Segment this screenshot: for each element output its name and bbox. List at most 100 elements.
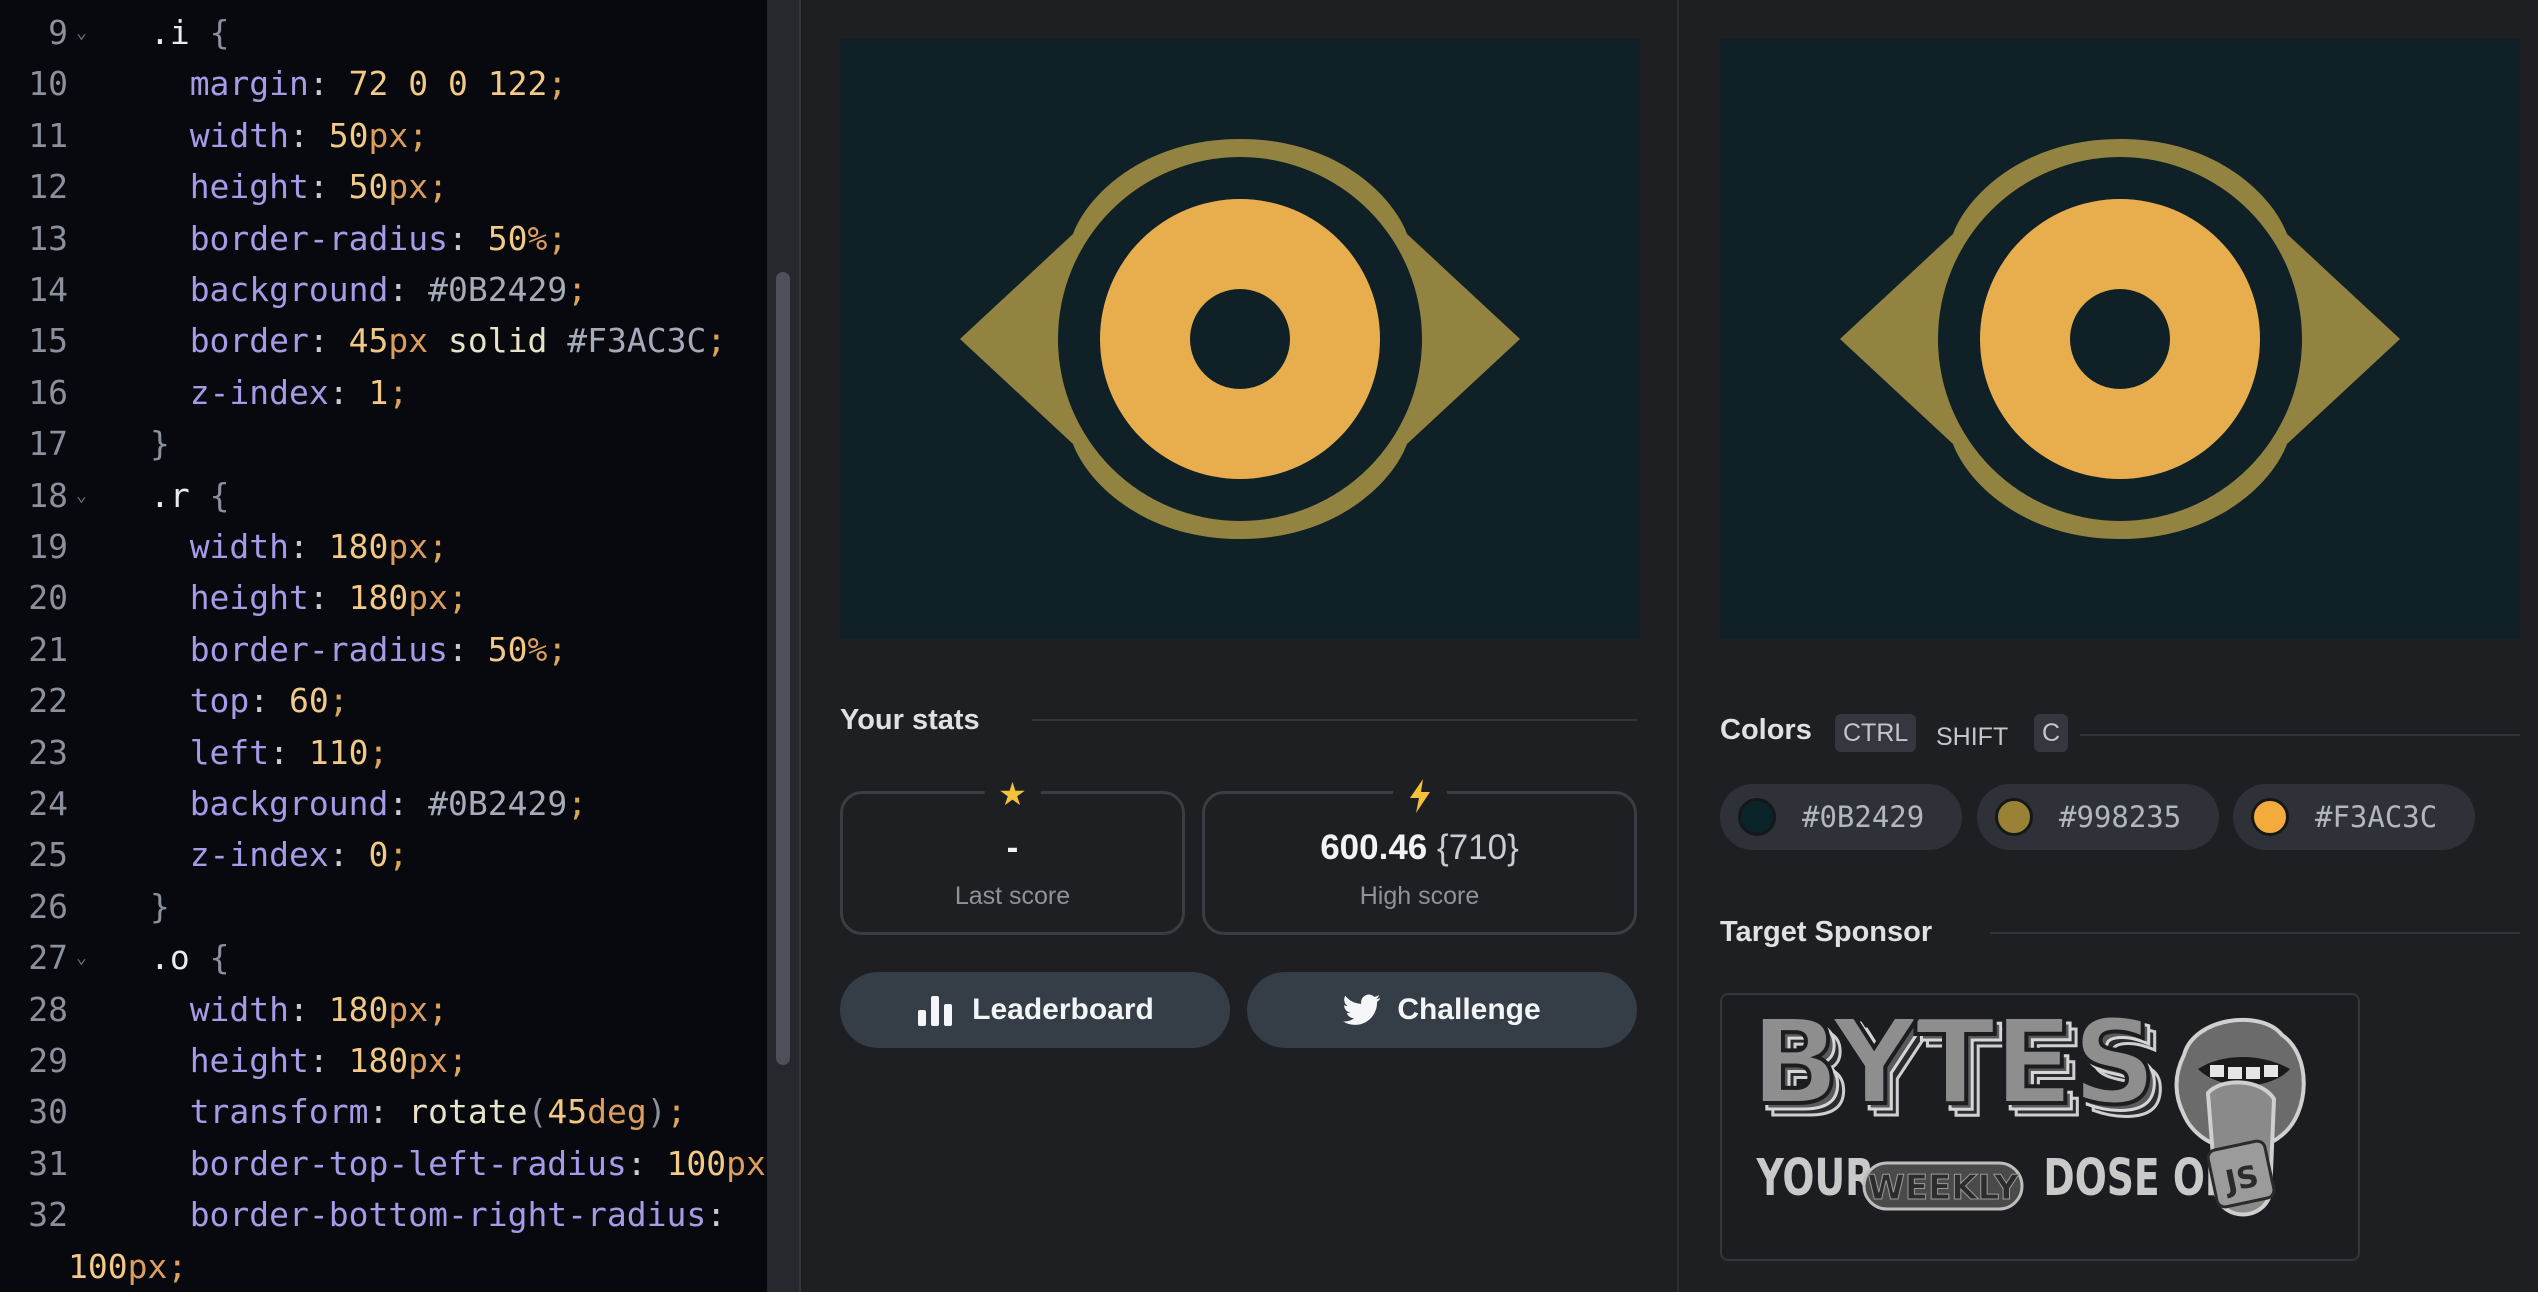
svg-text:WEEKLY: WEEKLY (1867, 1168, 2019, 1208)
line-number: 14 (28, 270, 68, 309)
code-line[interactable]: 19 width: 180px; (0, 521, 767, 572)
colors-divider (2080, 734, 2520, 736)
code-line[interactable]: 24 background: #0B2429; (0, 778, 767, 829)
code-line[interactable]: 14 background: #0B2429; (0, 264, 767, 315)
code-text: z-index: 1; (189, 372, 409, 412)
line-number: 21 (28, 629, 68, 669)
line-number: 19 (28, 527, 68, 566)
svg-text:YOUR: YOUR (1756, 1149, 1875, 1208)
line-number: 30 (28, 1092, 68, 1132)
code-line[interactable]: 100px; (0, 1241, 767, 1292)
swatch-label: #998235 (2059, 800, 2182, 834)
code-line[interactable]: 29 height: 180px; (0, 1035, 767, 1086)
fold-chevron-icon[interactable]: ⌄ (76, 932, 87, 983)
code-text: top: 60; (189, 681, 349, 721)
kbd-ctrl: CTRL (1835, 714, 1917, 752)
line-number: 27 (28, 938, 68, 978)
code-line[interactable]: 18 ⌄ .r { (0, 470, 767, 521)
code-line[interactable]: 10 margin: 72 0 0 122; (0, 58, 767, 109)
sponsor-title: Target Sponsor (1720, 916, 1933, 948)
code-line[interactable]: 30 transform: rotate(45deg); (0, 1086, 767, 1137)
lightning-icon (1392, 772, 1447, 816)
code-text: height: 180px; (189, 578, 468, 618)
code-editor[interactable]: 9 ⌄ .i {10 margin: 72 0 0 122; 11 width: 50px… (0, 0, 767, 1292)
color-swatch[interactable]: #0B2429 (1720, 784, 1962, 850)
high-score-card: 600.46 {710} High score (1202, 772, 1637, 935)
code-text: } (150, 424, 170, 464)
code-line[interactable]: 12 height: 50px; (0, 161, 767, 212)
code-text: width: 180px; (189, 527, 449, 566)
line-number: 16 (28, 372, 68, 412)
code-line[interactable]: 13 border-radius: 50%; (0, 213, 767, 264)
svg-text:DOSE OF: DOSE OF (2043, 1149, 2230, 1208)
leaderboard-button[interactable]: Leaderboard (840, 972, 1230, 1048)
editor-scrollbar-thumb[interactable] (776, 272, 790, 1065)
code-line[interactable]: 16 z-index: 1; (0, 367, 767, 418)
color-swatch[interactable]: #998235 (1977, 784, 2219, 850)
code-line[interactable]: 32 border-bottom-right-radius: (0, 1189, 767, 1240)
last-score-label: Last score (954, 882, 1071, 910)
code-line[interactable]: 17} (0, 418, 767, 469)
line-number: 25 (28, 835, 68, 875)
code-text: border-top-left-radius: 100px; (189, 1143, 767, 1183)
bar-chart-icon (918, 996, 953, 1026)
line-number: 29 (28, 1041, 68, 1080)
line-number: 10 (28, 64, 68, 104)
high-score-label: High score (1359, 882, 1480, 910)
code-text: z-index: 0; (189, 835, 409, 875)
code-line[interactable]: 31 border-top-left-radius: 100px; (0, 1138, 767, 1189)
code-text: width: 180px; (189, 989, 449, 1029)
last-score-card: ★ - Last score (840, 772, 1185, 935)
high-score-number: 600.46 (1320, 828, 1428, 867)
color-swatch[interactable]: #F3AC3C (2233, 784, 2475, 850)
swatch-dot-2 (2251, 798, 2289, 836)
code-line[interactable]: 23 left: 110; (0, 727, 767, 778)
code-text: transform: rotate(45deg); (189, 1092, 687, 1132)
code-line[interactable]: 27 ⌄ .o { (0, 932, 767, 983)
code-text: .r { (150, 475, 230, 515)
code-line[interactable]: 20 height: 180px; (0, 572, 767, 623)
swatch-label: #F3AC3C (2315, 800, 2438, 834)
last-score-value: - (1006, 828, 1019, 867)
code-text: } (150, 886, 170, 926)
code-line[interactable]: 22 top: 60; (0, 675, 767, 726)
line-number: 12 (28, 167, 68, 207)
line-number: 13 (28, 218, 68, 258)
panel-divider (1677, 0, 1679, 1292)
kbd-c: C (2034, 714, 2069, 752)
svg-text:BYTES: BYTES (1750, 995, 2155, 1131)
code-text: height: 50px; (189, 167, 449, 207)
code-line[interactable]: 26} (0, 881, 767, 932)
code-line[interactable]: 21 border-radius: 50%; (0, 624, 767, 675)
star-icon: ★ (984, 772, 1041, 816)
line-number: 15 (28, 321, 68, 361)
line-number: 28 (28, 989, 68, 1029)
line-number: 9 (48, 13, 68, 52)
challenge-button[interactable]: Challenge (1247, 972, 1637, 1048)
twitter-icon (1343, 994, 1381, 1025)
line-number: 17 (28, 424, 68, 464)
code-text: width: 50px; (189, 115, 429, 155)
code-line[interactable]: 11 width: 50px; (0, 110, 767, 161)
fold-chevron-icon[interactable]: ⌄ (76, 470, 87, 521)
code-line[interactable]: 28 width: 180px; (0, 984, 767, 1035)
target-eye-shape (1840, 139, 2400, 539)
swatch-label: #0B2429 (1802, 800, 1925, 834)
code-text: .i { (150, 13, 230, 52)
output-preview[interactable] (840, 39, 1640, 639)
swatch-dot-0 (1738, 798, 1776, 836)
sponsor-divider (1990, 932, 2520, 934)
code-line[interactable]: 15 border: 45px solid #F3AC3C; (0, 315, 767, 366)
stats-title: Your stats (840, 704, 980, 736)
sponsor-card[interactable]: BYTES BYTES BYTES YOUR WEEKLY DOSE OF JS (1720, 991, 2360, 1261)
code-line[interactable]: 9 ⌄ .i { (0, 7, 767, 58)
code-text: 100px; (68, 1246, 188, 1286)
colors-title: Colors (1720, 714, 1812, 746)
fold-chevron-icon[interactable]: ⌄ (76, 7, 87, 58)
bytes-logo: BYTES BYTES BYTES YOUR WEEKLY DOSE OF JS (1748, 991, 2306, 1217)
code-line[interactable]: 25 z-index: 0; (0, 829, 767, 880)
target-preview (1720, 39, 2520, 639)
code-text: border-radius: 50%; (189, 218, 568, 258)
line-number: 26 (28, 886, 68, 926)
line-number: 11 (28, 115, 68, 155)
